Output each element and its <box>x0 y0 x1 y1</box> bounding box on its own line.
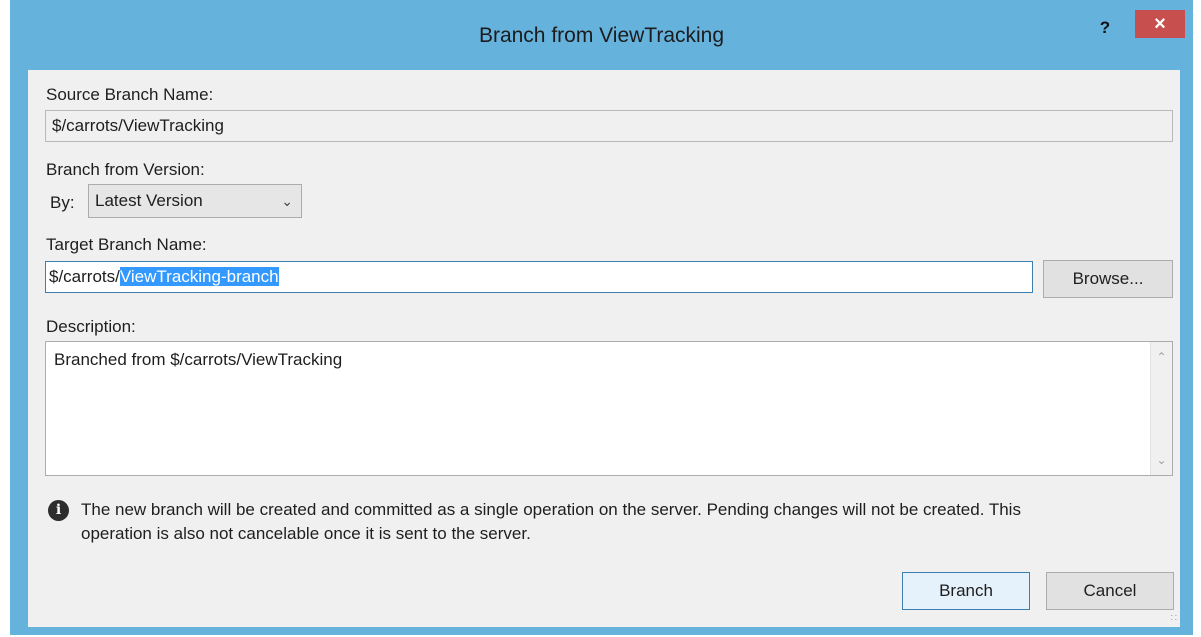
close-button[interactable]: × <box>1135 10 1185 38</box>
help-button[interactable]: ? <box>1093 18 1117 42</box>
source-branch-label: Source Branch Name: <box>46 85 214 104</box>
description-scrollbar[interactable]: ⌃ ⌄ <box>1150 342 1172 475</box>
version-dropdown[interactable]: Latest Version ⌄ <box>88 184 302 218</box>
info-icon: i <box>48 500 69 521</box>
window-title: Branch from ViewTracking <box>478 24 725 47</box>
cancel-button[interactable]: Cancel <box>1046 572 1174 610</box>
browse-button[interactable]: Browse... <box>1043 260 1173 298</box>
target-branch-label: Target Branch Name: <box>46 235 207 254</box>
info-message-line-2: operation is also not cancelable once it… <box>81 524 531 543</box>
close-icon: × <box>1154 13 1166 35</box>
target-branch-prefix: $/carrots/ <box>49 267 120 286</box>
target-branch-selected-text: ViewTracking-branch <box>119 267 279 286</box>
branch-button[interactable]: Branch <box>902 572 1030 610</box>
target-branch-input[interactable]: $/carrots/ViewTracking-branch <box>45 261 1033 293</box>
description-text: Branched from $/carrots/ViewTracking <box>54 350 343 369</box>
title-bar[interactable]: Branch from ViewTracking ? × <box>10 0 1193 70</box>
resize-grip-icon[interactable]: ∷ <box>1171 613 1177 624</box>
info-message-line-1: The new branch will be created and commi… <box>81 500 1021 519</box>
description-label: Description: <box>46 317 136 336</box>
by-label: By: <box>50 193 75 212</box>
chevron-down-icon: ⌄ <box>281 193 293 209</box>
scroll-down-icon[interactable]: ⌄ <box>1151 453 1172 467</box>
branch-dialog: Branch from ViewTracking ? × Source Bran… <box>10 0 1193 635</box>
branch-from-version-label: Branch from Version: <box>46 160 205 179</box>
scroll-up-icon[interactable]: ⌃ <box>1151 350 1172 364</box>
info-message: The new branch will be created and commi… <box>81 498 1161 546</box>
description-textarea[interactable]: Branched from $/carrots/ViewTracking ⌃ ⌄ <box>45 341 1173 476</box>
dialog-content: Source Branch Name: $/carrots/ViewTracki… <box>28 70 1180 627</box>
source-branch-field: $/carrots/ViewTracking <box>45 110 1173 142</box>
version-selected-value: Latest Version <box>95 191 203 210</box>
